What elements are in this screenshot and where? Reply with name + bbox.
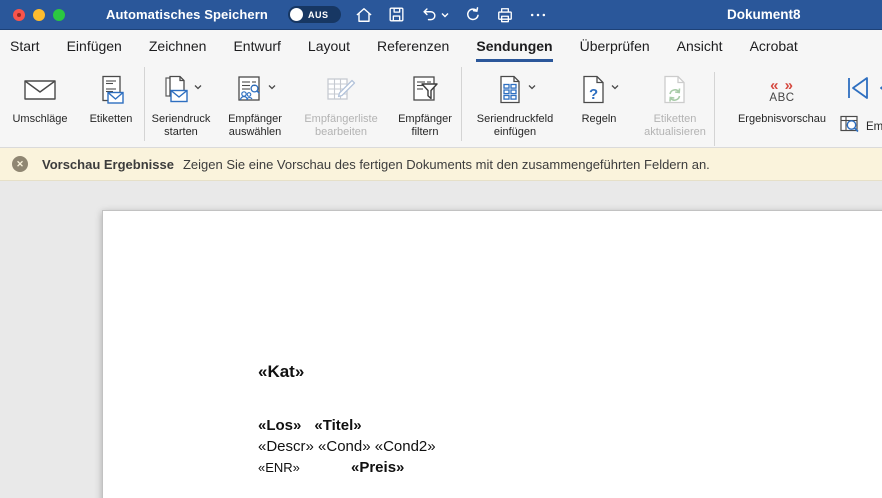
merge-field-kat[interactable]: «Kat» bbox=[258, 362, 436, 382]
minimize-window-button[interactable] bbox=[33, 9, 45, 21]
update-labels-icon bbox=[661, 75, 689, 110]
tab-start[interactable]: Start bbox=[10, 30, 40, 62]
empfaenger-filtern-button[interactable]: Empfänger filtern bbox=[389, 62, 461, 139]
tab-layout[interactable]: Layout bbox=[308, 30, 350, 62]
group-erstellen: Umschläge Etiketten bbox=[2, 62, 144, 126]
merge-field-preis[interactable]: «Preis» bbox=[351, 459, 404, 476]
first-record-button[interactable] bbox=[845, 75, 871, 106]
seriendruck-starten-button[interactable]: Seriendruck starten bbox=[145, 62, 217, 139]
message-bar-title: Vorschau Ergebnisse bbox=[42, 157, 174, 172]
document-canvas[interactable]: «Kat» «Los» «Titel» «Descr» «Cond» «Cond2… bbox=[0, 181, 882, 498]
document-title: Dokument8 bbox=[727, 7, 801, 22]
tab-ansicht[interactable]: Ansicht bbox=[677, 30, 723, 62]
autosave-toggle[interactable]: AUS bbox=[288, 6, 341, 23]
message-bar: Vorschau Ergebnisse Zeigen Sie eine Vors… bbox=[0, 148, 882, 181]
empfaengerliste-bearbeiten-button: Empfängerliste bearbeiten bbox=[293, 62, 389, 139]
umschlaege-button[interactable]: Umschläge bbox=[2, 62, 78, 126]
ribbon: Umschläge Etiketten bbox=[0, 62, 882, 148]
document-page[interactable]: «Kat» «Los» «Titel» «Descr» «Cond» «Cond2… bbox=[102, 210, 882, 498]
edit-recipient-list-icon bbox=[325, 75, 357, 110]
group-separator bbox=[714, 72, 715, 146]
filter-recipients-icon bbox=[410, 75, 440, 110]
save-icon[interactable] bbox=[387, 5, 406, 24]
dismiss-icon[interactable] bbox=[12, 156, 28, 172]
undo-menu-chevron-icon[interactable] bbox=[441, 12, 449, 18]
autosave-state: AUS bbox=[308, 10, 329, 20]
window-controls bbox=[13, 9, 65, 21]
home-icon[interactable] bbox=[354, 5, 374, 25]
ergebnisvorschau-button[interactable]: « » ABC Ergebnisvorschau bbox=[726, 62, 838, 126]
etiketten-aktualisieren-button: Etiketten aktualisieren bbox=[630, 62, 720, 139]
insert-merge-field-icon bbox=[495, 75, 525, 110]
zoom-window-button[interactable] bbox=[53, 9, 65, 21]
merge-fields-content: «Kat» «Los» «Titel» «Descr» «Cond» «Cond2… bbox=[258, 362, 436, 478]
seriendruckfeld-einfuegen-button[interactable]: Seriendruckfeld einfügen bbox=[462, 62, 568, 139]
tab-sendungen[interactable]: Sendungen bbox=[476, 30, 552, 62]
print-icon[interactable] bbox=[495, 5, 515, 25]
tab-zeichnen[interactable]: Zeichnen bbox=[149, 30, 207, 62]
etiketten-button[interactable]: Etiketten bbox=[78, 62, 144, 126]
empfaenger-auswaehlen-button[interactable]: Empfänger auswählen bbox=[217, 62, 293, 139]
chevron-down-icon bbox=[268, 77, 276, 95]
autosave-label: Automatisches Speichern bbox=[106, 7, 268, 22]
merge-field-titel[interactable]: «Titel» bbox=[314, 417, 361, 434]
labels-icon bbox=[96, 75, 126, 110]
tab-einfuegen[interactable]: Einfügen bbox=[67, 30, 122, 62]
ribbon-tab-bar: Start Einfügen Zeichnen Entwurf Layout R… bbox=[0, 30, 882, 62]
tab-referenzen[interactable]: Referenzen bbox=[377, 30, 449, 62]
rules-icon: ? bbox=[580, 75, 608, 110]
undo-icon[interactable] bbox=[419, 5, 438, 24]
find-recipient-icon bbox=[840, 115, 861, 139]
chevron-down-icon bbox=[611, 77, 619, 95]
message-bar-text: Zeigen Sie eine Vorschau des fertigen Do… bbox=[183, 157, 710, 172]
select-recipients-icon bbox=[235, 75, 265, 110]
preview-results-icon: « » ABC bbox=[769, 79, 794, 105]
empfaenger-suchen-button[interactable]: Em bbox=[840, 115, 882, 139]
toggle-knob bbox=[290, 8, 303, 21]
chevron-down-icon bbox=[194, 77, 202, 95]
tab-acrobat[interactable]: Acrobat bbox=[750, 30, 798, 62]
merge-field-enr[interactable]: «ENR» bbox=[258, 457, 351, 478]
previous-record-button[interactable] bbox=[873, 75, 882, 106]
start-mail-merge-icon bbox=[161, 75, 191, 110]
regeln-button[interactable]: ? Regeln bbox=[568, 62, 630, 126]
close-window-button[interactable] bbox=[13, 9, 25, 21]
merge-field-line-3: «ENR»«Preis» bbox=[258, 457, 436, 478]
merge-field-line-2: «Descr» «Cond» «Cond2» bbox=[258, 436, 436, 457]
svg-text:?: ? bbox=[589, 86, 598, 103]
envelope-icon bbox=[23, 78, 57, 107]
merge-field-los[interactable]: «Los» bbox=[258, 417, 301, 434]
group-felder: Seriendruckfeld einfügen ? Regeln bbox=[462, 62, 720, 139]
tab-entwurf[interactable]: Entwurf bbox=[233, 30, 280, 62]
more-actions-icon[interactable] bbox=[528, 5, 548, 25]
chevron-down-icon bbox=[528, 77, 536, 95]
redo-icon[interactable] bbox=[462, 5, 482, 25]
tab-ueberpruefen[interactable]: Überprüfen bbox=[580, 30, 650, 62]
merge-field-descr[interactable]: «Descr» «Cond» «Cond2» bbox=[258, 438, 436, 455]
group-seriendruck: Seriendruck starten bbox=[145, 62, 461, 139]
title-bar: Automatisches Speichern AUS bbox=[0, 0, 882, 30]
merge-field-line-1: «Los» «Titel» bbox=[258, 415, 436, 436]
